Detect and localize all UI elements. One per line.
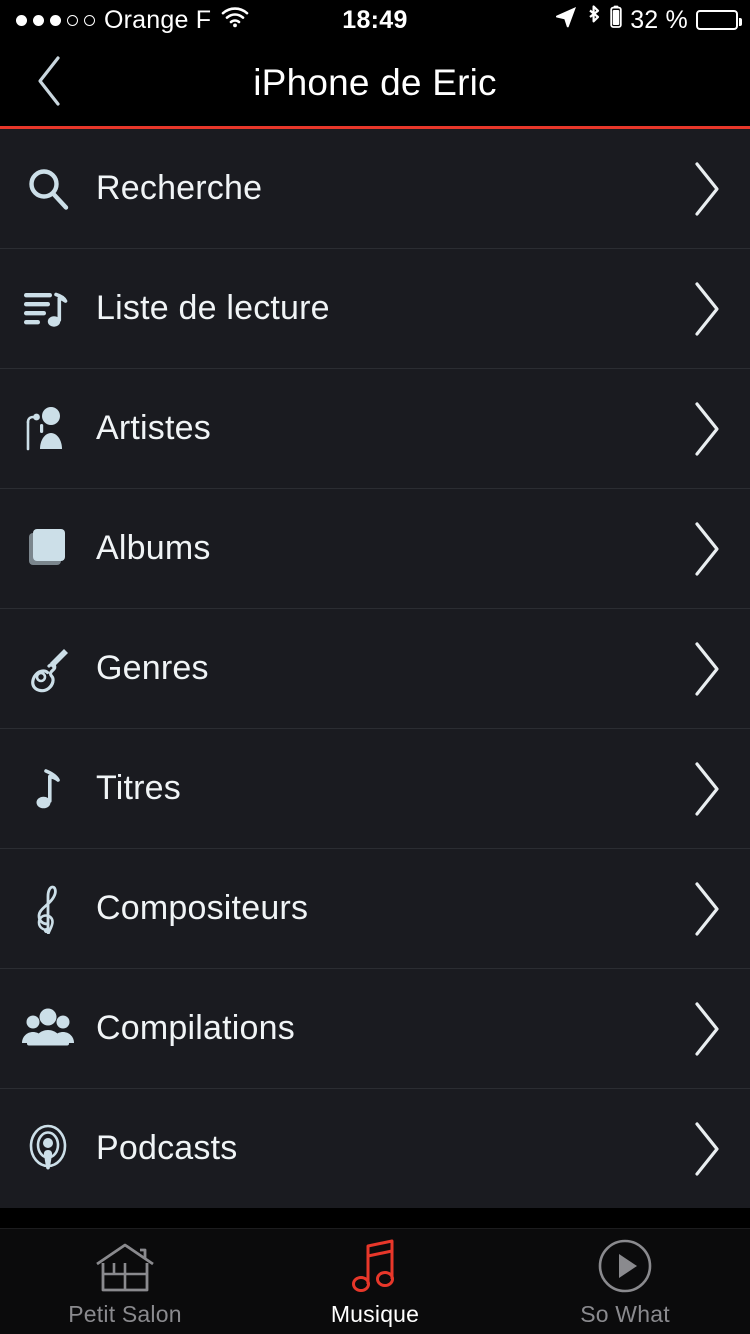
list-item-label: Liste de lecture xyxy=(96,289,330,327)
app-root: Orange F 18:49 32 % iPhone de Eric Reche… xyxy=(0,0,750,1334)
tab-bar[interactable]: Petit Salon Musique So What xyxy=(0,1228,750,1334)
location-arrow-icon xyxy=(554,5,578,36)
list-item-podcasts[interactable]: Podcasts xyxy=(0,1089,750,1208)
playlist-icon xyxy=(0,249,96,369)
list-item-liste-de-lecture[interactable]: Liste de lecture xyxy=(0,249,750,369)
list-item-label: Artistes xyxy=(96,409,211,447)
navigation-bar: iPhone de Eric xyxy=(0,40,750,126)
chevron-right-icon xyxy=(664,369,750,489)
list-item-recherche[interactable]: Recherche xyxy=(0,129,750,249)
chevron-right-icon xyxy=(664,489,750,609)
tab-label: Petit Salon xyxy=(68,1300,182,1327)
chevron-right-icon xyxy=(664,729,750,849)
menu-list[interactable]: Recherche Liste de lecture Artistes Albums G… xyxy=(0,129,750,1208)
play-circle-icon xyxy=(597,1239,653,1294)
tab-so-what[interactable]: So What xyxy=(500,1229,750,1334)
bluetooth-battery-icon xyxy=(610,5,622,36)
tab-musique[interactable]: Musique xyxy=(250,1229,500,1334)
music-note-icon xyxy=(0,729,96,849)
chevron-right-icon xyxy=(664,249,750,369)
page-title: iPhone de Eric xyxy=(253,62,497,103)
tabbar-gap xyxy=(0,1208,750,1228)
list-item-compositeurs[interactable]: Compositeurs xyxy=(0,849,750,969)
list-item-albums[interactable]: Albums xyxy=(0,489,750,609)
list-item-compilations[interactable]: Compilations xyxy=(0,969,750,1089)
podcast-icon xyxy=(0,1089,96,1209)
chevron-left-icon xyxy=(33,54,67,113)
tab-label: Musique xyxy=(330,1300,420,1327)
status-bar: Orange F 18:49 32 % xyxy=(0,0,750,40)
albums-stack-icon xyxy=(0,489,96,609)
tab-petit-salon[interactable]: Petit Salon xyxy=(0,1229,250,1334)
battery-percent-label: 32 % xyxy=(630,5,688,34)
list-item-label: Albums xyxy=(96,529,211,567)
chevron-right-icon xyxy=(664,129,750,249)
list-item-label: Titres xyxy=(96,769,181,807)
chevron-right-icon xyxy=(664,849,750,969)
list-item-label: Compositeurs xyxy=(96,889,309,927)
battery-icon xyxy=(696,10,742,30)
list-item-label: Compilations xyxy=(96,1009,295,1047)
chevron-right-icon xyxy=(664,609,750,729)
artist-microphone-icon xyxy=(0,369,96,489)
list-item-genres[interactable]: Genres xyxy=(0,609,750,729)
guitar-icon xyxy=(0,609,96,729)
chevron-right-icon xyxy=(664,969,750,1089)
list-item-artistes[interactable]: Artistes xyxy=(0,369,750,489)
list-item-titres[interactable]: Titres xyxy=(0,729,750,849)
treble-clef-icon xyxy=(0,849,96,969)
list-item-label: Genres xyxy=(96,649,209,687)
list-item-label: Recherche xyxy=(96,169,263,207)
status-bar-right: 32 % xyxy=(554,4,742,37)
search-icon xyxy=(0,129,96,249)
back-button[interactable] xyxy=(22,55,78,111)
list-item-label: Podcasts xyxy=(96,1129,238,1167)
music-notes-icon xyxy=(349,1239,401,1294)
bluetooth-icon xyxy=(586,4,602,37)
people-group-icon xyxy=(0,969,96,1089)
chevron-right-icon xyxy=(664,1089,750,1209)
tab-label: So What xyxy=(580,1300,670,1327)
house-icon xyxy=(94,1240,156,1294)
